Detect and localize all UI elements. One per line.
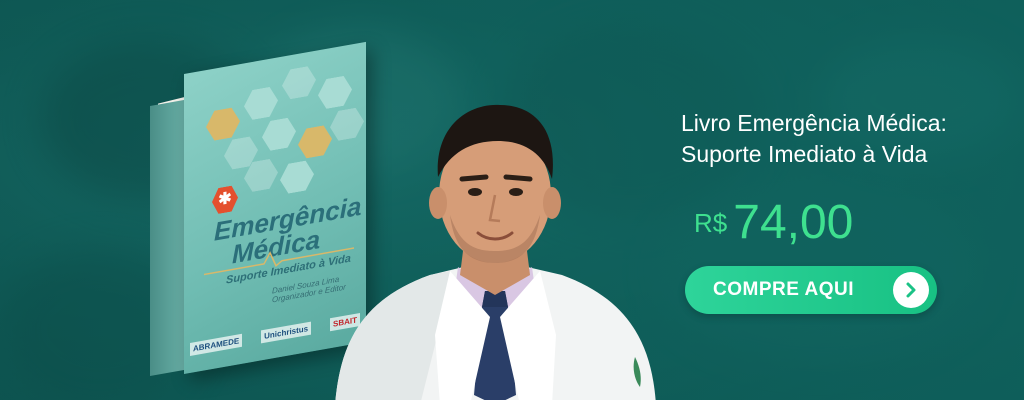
chevron-right-icon (893, 272, 929, 308)
publisher-logo: ABRAMEDE (190, 333, 243, 356)
hexagon-decoration (206, 106, 240, 142)
hexagon-decoration (262, 116, 296, 152)
hexagon-decoration (244, 85, 278, 121)
publisher-logo: Unichristus (261, 321, 312, 344)
buy-now-label: COMPRE AQUI (713, 279, 854, 300)
price-value: 74,00 (733, 196, 854, 249)
price-currency: R$ (694, 208, 728, 238)
hexagon-decoration (282, 65, 316, 101)
buy-now-button[interactable]: COMPRE AQUI (685, 266, 937, 314)
hexagon-decoration (298, 124, 332, 160)
star-of-life-icon: ✱ (212, 184, 238, 215)
promo-banner: ✱ Emergência Médica Suporte Imediato à V… (0, 0, 1024, 400)
product-title-line2: Suporte Imediato à Vida (681, 141, 928, 167)
product-title-line1: Livro Emergência Médica: (681, 110, 947, 136)
book-spine (150, 99, 186, 377)
price: R$ 74,00 (694, 195, 853, 250)
doctor-photo (335, 104, 656, 400)
hexagon-decoration (280, 159, 314, 195)
product-title: Livro Emergência Médica: Suporte Imediat… (681, 108, 1001, 170)
